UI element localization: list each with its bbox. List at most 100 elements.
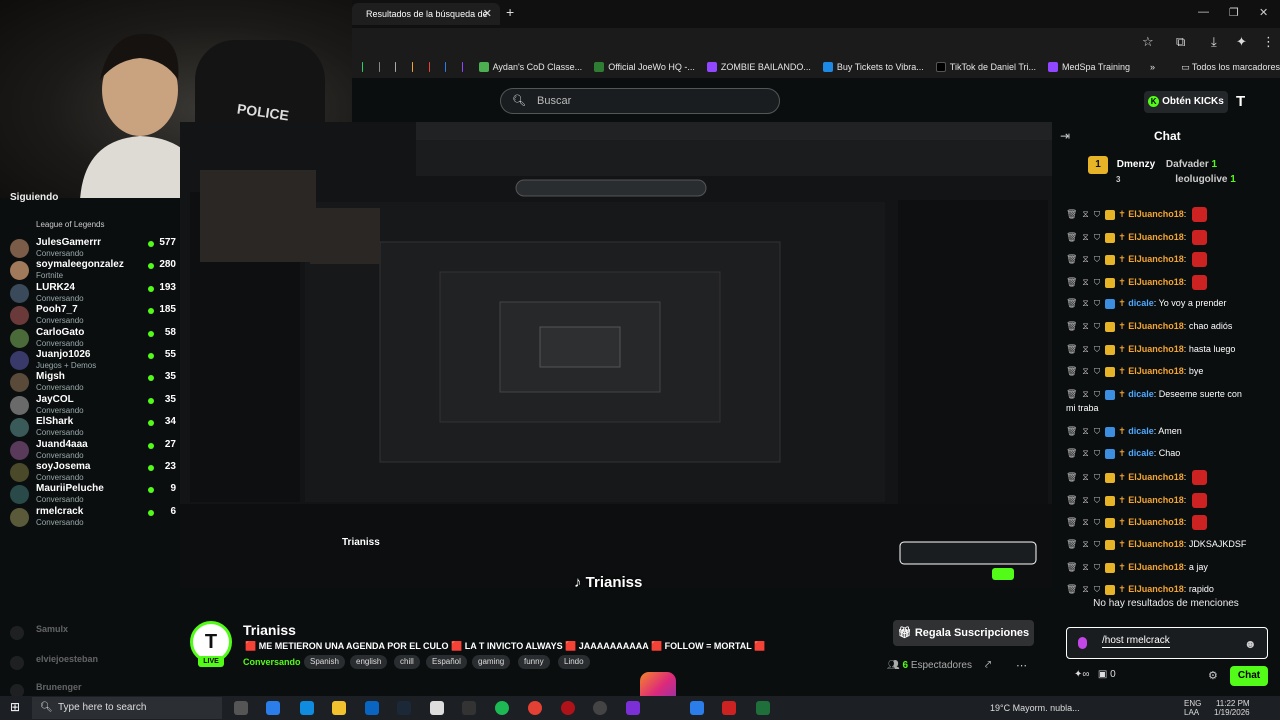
mod-actions-icons[interactable]: 🗑︎⧖⛉	[1066, 495, 1105, 505]
bookmark-icon[interactable]	[445, 62, 446, 72]
stream-category-link[interactable]: Conversando	[243, 657, 301, 667]
kick-logo-icon[interactable]: T	[1236, 93, 1245, 110]
chat-send-button[interactable]: Chat	[1230, 666, 1268, 686]
chat-username[interactable]: dicale	[1128, 448, 1154, 458]
offline-channel[interactable]: Samulx	[10, 624, 176, 644]
app-icon[interactable]	[462, 701, 476, 715]
emoji-icon[interactable]: ☻	[1244, 637, 1257, 651]
new-tab-icon[interactable]: +	[506, 4, 514, 20]
gift-subs-button[interactable]: 🎁︎ Regala Suscripciones	[893, 620, 1034, 646]
sidebar-channel-item[interactable]: Pooh7_7 Conversando 185	[10, 304, 176, 328]
language-indicator[interactable]: ENG LAA	[1184, 699, 1201, 717]
chat-username[interactable]: ElJuancho18	[1128, 517, 1184, 527]
minimize-icon[interactable]: —	[1198, 6, 1209, 18]
copilot-icon[interactable]	[266, 701, 280, 715]
whatsapp-icon[interactable]	[362, 62, 363, 72]
stream-tag[interactable]: chill	[394, 655, 420, 669]
sidebar-channel-item[interactable]: MauriiPeluche Conversando 9	[10, 483, 176, 507]
stream-tag[interactable]: Lindo	[558, 655, 590, 669]
mod-actions-icons[interactable]: 🗑︎⧖⛉	[1066, 366, 1105, 376]
mod-actions-icons[interactable]: 🗑︎⧖⛉	[1066, 209, 1105, 219]
sidebar-channel-item[interactable]: Juanjo1026 Juegos + Demos 55	[10, 349, 176, 373]
bookmark-item[interactable]: MedSpa Training	[1048, 62, 1130, 73]
mod-actions-icons[interactable]: 🗑︎⧖⛉	[1066, 584, 1105, 594]
app-icon[interactable]	[756, 701, 770, 715]
sidebar-channel-item[interactable]: Migsh Conversando 35	[10, 371, 176, 395]
chrome-icon[interactable]	[528, 701, 542, 715]
mod-actions-icons[interactable]: 🗑︎⧖⛉	[1066, 472, 1105, 482]
gifter-name[interactable]: Dafvader	[1166, 159, 1209, 170]
sidebar-channel-item[interactable]: ElShark Conversando 34	[10, 416, 176, 440]
chat-username[interactable]: ElJuancho18	[1128, 562, 1184, 572]
taskbar-search[interactable]: 🔍︎ Type here to search	[32, 697, 222, 719]
mod-actions-icons[interactable]: 🗑︎⧖⛉	[1066, 344, 1105, 354]
sidebar-channel-item[interactable]: JayCOL Conversando 35	[10, 394, 176, 418]
settings-icon[interactable]: ⚙	[1208, 669, 1218, 682]
mod-actions-icons[interactable]: 🗑︎⧖⛉	[1066, 321, 1105, 331]
outlook-icon[interactable]	[365, 701, 379, 715]
microphone-icon[interactable]	[1078, 637, 1087, 649]
search-input[interactable]: 🔍︎ Buscar	[500, 88, 780, 114]
chat-username[interactable]: dicale	[1128, 389, 1154, 399]
browser-tab[interactable]: Resultados de la búsqueda de ✕	[352, 3, 500, 25]
chat-username[interactable]: ElJuancho18	[1128, 584, 1184, 594]
bookmark-icon[interactable]	[378, 62, 380, 72]
mod-actions-icons[interactable]: 🗑︎⧖⛉	[1066, 232, 1105, 242]
mod-actions-icons[interactable]: 🗑︎⧖⛉	[1066, 298, 1105, 308]
app-icon[interactable]	[626, 701, 640, 715]
mod-actions-icons[interactable]: 🗑︎⧖⛉	[1066, 539, 1105, 549]
gift-icon[interactable]: ▣	[1098, 669, 1107, 680]
mod-actions-icons[interactable]: 🗑︎⧖⛉	[1066, 448, 1105, 458]
share-icon[interactable]: ⤤	[985, 659, 991, 672]
all-bookmarks[interactable]: ▭ Todos los marcadores	[1181, 62, 1280, 73]
bookmark-icon[interactable]	[395, 62, 396, 72]
menu-icon[interactable]: ⋮	[1262, 34, 1275, 50]
mod-actions-icons[interactable]: 🗑︎⧖⛉	[1066, 389, 1105, 399]
file-explorer-icon[interactable]	[332, 701, 346, 715]
chat-username[interactable]: ElJuancho18	[1128, 472, 1184, 482]
mod-actions-icons[interactable]: 🗑︎⧖⛉	[1066, 426, 1105, 436]
bookmark-item[interactable]: ZOMBIE BAILANDO...	[706, 62, 811, 73]
twitch-icon[interactable]	[461, 62, 463, 72]
star-icon[interactable]: ☆	[1142, 34, 1154, 50]
gifter-name[interactable]: Dmenzy	[1117, 159, 1155, 170]
stream-tag[interactable]: english	[350, 655, 388, 669]
sidebar-channel-item[interactable]: soymaleegonzalez Fortnite 280	[10, 259, 176, 283]
spotify-icon[interactable]	[495, 701, 509, 715]
chat-username[interactable]: ElJuancho18	[1128, 321, 1184, 331]
obs-icon[interactable]	[593, 701, 607, 715]
bookmark-icon[interactable]	[411, 62, 413, 72]
stream-tag[interactable]: Spanish	[304, 655, 345, 669]
chat-username[interactable]: ElJuancho18	[1128, 366, 1184, 376]
windows-start-icon[interactable]: ⊞	[10, 700, 20, 714]
mod-actions-icons[interactable]: 🗑︎⧖⛉	[1066, 517, 1105, 527]
stream-tag[interactable]: funny	[518, 655, 550, 669]
mod-actions-icons[interactable]: 🗑︎⧖⛉	[1066, 254, 1105, 264]
voicemeeter-icon[interactable]	[722, 701, 736, 715]
app-icon[interactable]	[690, 701, 704, 715]
puzzle-icon[interactable]: ✦	[1236, 34, 1247, 50]
chat-username[interactable]: dicale	[1128, 298, 1154, 308]
extensions-icon[interactable]: ⧉	[1176, 34, 1185, 50]
chat-username[interactable]: ElJuancho18	[1128, 495, 1184, 505]
sidebar-channel-item[interactable]: JulesGamerrr Conversando 577	[10, 237, 176, 261]
close-tab-icon[interactable]: ✕	[483, 3, 492, 25]
bookmark-item[interactable]: TikTok de Daniel Tri...	[935, 62, 1036, 73]
store-icon[interactable]	[430, 701, 444, 715]
mod-actions-icons[interactable]: 🗑︎⧖⛉	[1066, 562, 1105, 572]
get-kicks-button[interactable]: K Obtén KICKs	[1144, 91, 1228, 113]
sidebar-channel-item[interactable]: CarloGato Conversando 58	[10, 327, 176, 351]
chat-username[interactable]: ElJuancho18	[1128, 254, 1184, 264]
opera-icon[interactable]	[561, 701, 575, 715]
maximize-icon[interactable]: ❐	[1229, 6, 1239, 19]
offline-channel[interactable]: elviejoesteban	[10, 654, 176, 674]
close-window-icon[interactable]: ✕	[1259, 6, 1268, 19]
collapse-chat-icon[interactable]: ⇥	[1060, 129, 1070, 143]
chat-input-value[interactable]: /host rmelcrack	[1102, 635, 1170, 648]
download-icon[interactable]: ⤓	[1211, 34, 1217, 50]
gifter-name[interactable]: leolugolive	[1175, 174, 1227, 185]
clock[interactable]: 11:22 PM 1/19/2026	[1214, 699, 1250, 717]
steam-icon[interactable]	[397, 701, 411, 715]
edge-icon[interactable]	[300, 701, 314, 715]
gmail-icon[interactable]	[428, 62, 430, 72]
